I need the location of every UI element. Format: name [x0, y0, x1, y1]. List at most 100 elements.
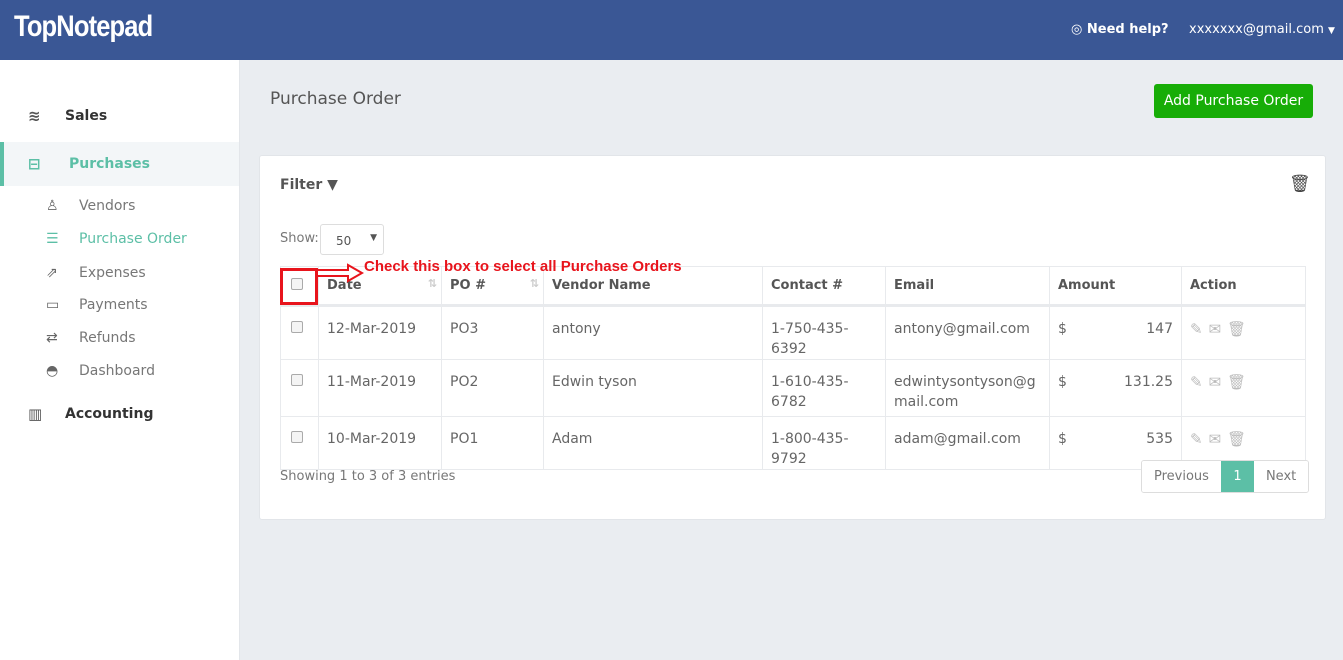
page-title: Purchase Order — [270, 89, 401, 109]
sidebar-item-refunds[interactable]: ⇄ Refunds — [0, 326, 136, 350]
action-cell: ✎ ✉ 🗑 — [1181, 359, 1306, 417]
layers-icon: ≋ — [28, 107, 41, 125]
amount: 131.25 — [1124, 374, 1173, 390]
row-checkbox[interactable] — [291, 374, 303, 386]
amount: 535 — [1146, 431, 1173, 447]
column-header-action: Action — [1181, 266, 1306, 307]
sidebar-item-sales[interactable]: ≋ Sales — [0, 94, 239, 138]
sidebar-item-label: Dashboard — [79, 363, 155, 379]
purchase-order-table: Date ⇅ PO # ⇅ Vendor Name Contact # Email … — [280, 266, 1306, 470]
next-page-button[interactable]: Next — [1253, 461, 1309, 492]
minus-square-icon: ⊟ — [28, 155, 41, 173]
annotation-arrow-icon — [318, 263, 364, 283]
need-help-link[interactable]: ◎ Need help? — [1071, 22, 1169, 37]
sidebar-item-label: Accounting — [65, 406, 154, 422]
column-header-email: Email — [885, 266, 1050, 307]
sidebar-item-label: Sales — [65, 108, 108, 124]
need-help-label: Need help? — [1086, 22, 1169, 37]
date-cell: 10-Mar-2019 — [318, 416, 442, 470]
currency: $ — [1058, 374, 1067, 390]
sidebar-item-vendors[interactable]: ♙ Vendors — [0, 194, 135, 218]
currency: $ — [1058, 431, 1067, 447]
row-select-cell — [280, 416, 319, 470]
table-row: 11-Mar-2019 PO2 Edwin tyson 1-610-435-67… — [280, 359, 1306, 417]
edit-pencil-icon[interactable]: ✎ — [1190, 430, 1203, 448]
user-email: xxxxxxx@gmail.com — [1189, 22, 1324, 37]
po-cell[interactable]: PO2 — [441, 359, 544, 417]
sidebar-item-dashboard[interactable]: ◓ Dashboard — [0, 359, 155, 383]
bulk-delete-trash-icon[interactable]: 🗑 — [1289, 174, 1311, 194]
sidebar-item-label: Vendors — [79, 198, 136, 214]
vendor-cell: antony — [543, 305, 763, 360]
sidebar-item-purchases[interactable]: ⊟ Purchases — [0, 142, 239, 186]
contact-cell: 1-610-435-6782 — [762, 359, 886, 417]
delete-trash-icon[interactable]: 🗑 — [1227, 320, 1246, 338]
row-checkbox[interactable] — [291, 431, 303, 443]
email-envelope-icon[interactable]: ✉ — [1209, 320, 1222, 338]
po-cell[interactable]: PO3 — [441, 305, 544, 360]
column-header-contact: Contact # — [762, 266, 886, 307]
table-row: 12-Mar-2019 PO3 antony 1-750-435-6392 an… — [280, 305, 1306, 360]
date-cell: 11-Mar-2019 — [318, 359, 442, 417]
caret-down-icon: ▼ — [370, 233, 377, 243]
sidebar-item-expenses[interactable]: ⇗ Expenses — [0, 261, 146, 285]
annotation-highlight-box — [280, 268, 318, 305]
list-icon: ☰ — [46, 231, 59, 247]
email-envelope-icon[interactable]: ✉ — [1209, 373, 1222, 391]
caret-down-icon: ▼ — [1328, 26, 1335, 36]
vendor-cell: Edwin tyson — [543, 359, 763, 417]
logo[interactable]: TopNotepad — [14, 10, 153, 44]
delete-trash-icon[interactable]: 🗑 — [1227, 430, 1246, 448]
exchange-icon: ⇄ — [46, 330, 58, 346]
edit-pencil-icon[interactable]: ✎ — [1190, 320, 1203, 338]
sidebar-item-label: Purchases — [69, 156, 151, 172]
page-1-button[interactable]: 1 — [1220, 461, 1254, 492]
delete-trash-icon[interactable]: 🗑 — [1227, 373, 1246, 391]
email-cell: adam@gmail.com — [885, 416, 1050, 470]
vendor-cell: Adam — [543, 416, 763, 470]
email-envelope-icon[interactable]: ✉ — [1209, 430, 1222, 448]
show-label: Show: — [280, 231, 319, 246]
filter-toggle[interactable]: Filter ▼ — [280, 177, 338, 193]
sidebar-item-payments[interactable]: ▭ Payments — [0, 293, 148, 317]
purchase-order-card: Filter ▼ 🗑 Show: 50 ▼ Date ⇅ PO # ⇅ Vendor … — [259, 155, 1326, 520]
column-label: PO # — [450, 278, 486, 293]
add-purchase-order-button[interactable]: Add Purchase Order — [1154, 84, 1313, 118]
date-cell: 12-Mar-2019 — [318, 305, 442, 360]
sidebar-item-label: Purchase Order — [79, 231, 187, 247]
sidebar-item-label: Expenses — [79, 265, 146, 281]
page-size-value: 50 — [336, 234, 352, 248]
row-checkbox[interactable] — [291, 321, 303, 333]
amount: 147 — [1146, 321, 1173, 337]
email-cell: edwintysontyson@gmail.com — [885, 359, 1050, 417]
bar-chart-icon: ▥ — [28, 405, 43, 423]
contact-cell: 1-800-435-9792 — [762, 416, 886, 470]
sidebar-item-purchase-order[interactable]: ☰ Purchase Order — [0, 227, 187, 251]
dashboard-icon: ◓ — [46, 363, 59, 379]
contact-cell: 1-750-435-6392 — [762, 305, 886, 360]
amount-cell: $147 — [1049, 305, 1182, 360]
top-header: TopNotepad ◎ Need help? xxxxxxx@gmail.co… — [0, 0, 1343, 60]
sidebar-item-label: Refunds — [79, 330, 136, 346]
edit-pencil-icon[interactable]: ✎ — [1190, 373, 1203, 391]
sort-icon[interactable]: ⇅ — [428, 277, 437, 290]
column-header-amount: Amount — [1049, 266, 1182, 307]
user-icon: ♙ — [46, 198, 59, 214]
amount-cell: $131.25 — [1049, 359, 1182, 417]
user-menu[interactable]: xxxxxxx@gmail.com ▼ — [1189, 22, 1335, 37]
sidebar-item-label: Payments — [79, 297, 148, 313]
row-select-cell — [280, 305, 319, 360]
email-cell: antony@gmail.com — [885, 305, 1050, 360]
annotation-text: Check this box to select all Purchase Or… — [364, 258, 682, 275]
pagination: Previous 1 Next — [1141, 460, 1310, 493]
credit-card-icon: ▭ — [46, 297, 60, 313]
previous-page-button[interactable]: Previous — [1142, 461, 1221, 492]
po-cell[interactable]: PO1 — [441, 416, 544, 470]
row-select-cell — [280, 359, 319, 417]
table-info: Showing 1 to 3 of 3 entries — [280, 469, 456, 484]
sort-icon[interactable]: ⇅ — [530, 277, 539, 290]
sidebar: ≋ Sales ⊟ Purchases ♙ Vendors ☰ Purchase Ord… — [0, 60, 240, 660]
sidebar-item-accounting[interactable]: ▥ Accounting — [0, 392, 239, 436]
page-size-select[interactable]: 50 ▼ — [320, 224, 384, 255]
filter-label: Filter — [280, 177, 323, 193]
